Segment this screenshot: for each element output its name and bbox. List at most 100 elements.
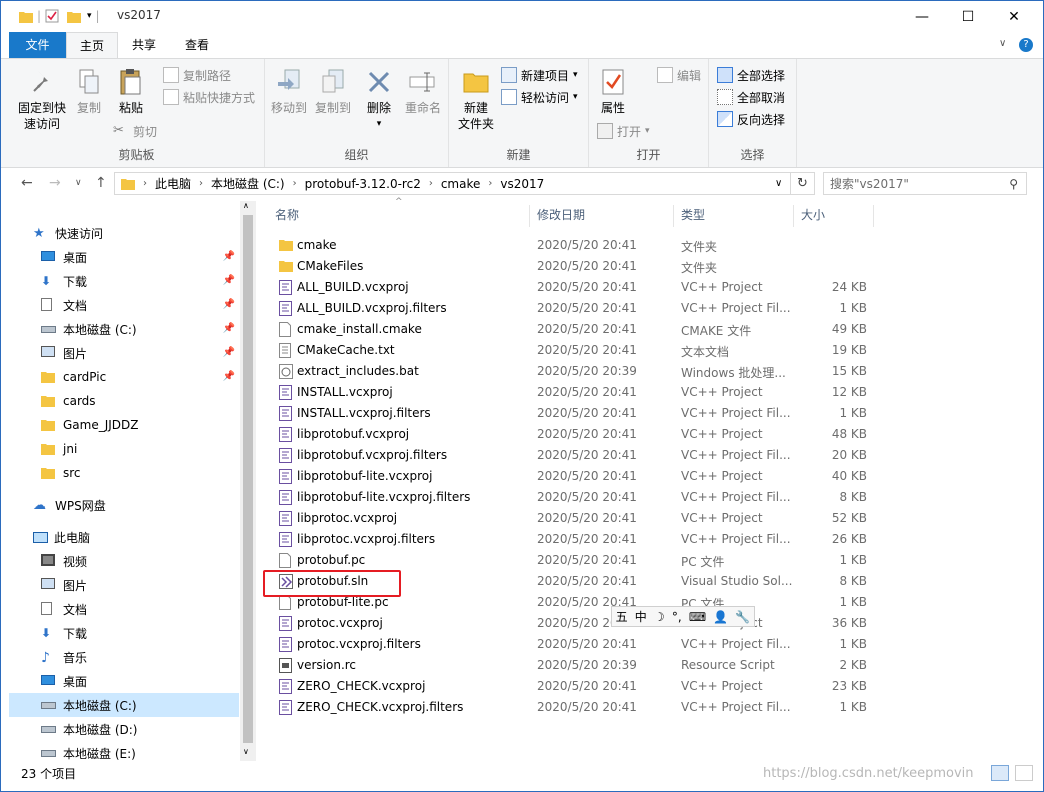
copy-button[interactable]: 复制 [71,67,107,116]
file-row[interactable]: protobuf.pc 2020/5/20 20:41 PC 文件 1 KB [265,550,875,571]
copy-path-button[interactable]: 复制路径 [163,65,231,85]
sidebar-item[interactable]: cards [9,389,239,413]
up-arrow-icon[interactable]: ↑ [95,175,107,191]
sidebar-item[interactable]: 本地磁盘 (C:) 📌 [9,317,239,341]
properties-check-icon[interactable] [45,9,59,23]
sidebar-item[interactable]: jni [9,437,239,461]
file-row[interactable]: extract_includes.bat 2020/5/20 20:39 Windo… [265,361,875,382]
scroll-up-icon[interactable]: ∧ [243,201,249,210]
invert-selection-button[interactable]: 反向选择 [717,109,785,129]
breadcrumb-drive-c[interactable]: 本地磁盘 (C:) [211,175,285,192]
folder-icon[interactable] [19,10,33,23]
navigation-scrollbar[interactable]: ∧ ∨ [240,201,256,761]
sidebar-item[interactable]: 图片 [9,573,239,597]
address-dropdown-icon[interactable]: ∨ [775,178,782,189]
ime-button[interactable]: 五 [616,608,628,625]
file-row[interactable]: libprotoc.vcxproj 2020/5/20 20:41 VC++ Pro… [265,508,875,529]
file-row[interactable]: cmake_install.cmake 2020/5/20 20:41 CMAKE … [265,319,875,340]
file-row[interactable]: version.rc 2020/5/20 20:39 Resource Script… [265,655,875,676]
breadcrumb-cmake[interactable]: cmake [441,177,481,191]
maximize-button[interactable]: ☐ [945,1,991,32]
search-icon[interactable]: ⚲ [1009,177,1018,191]
help-icon[interactable]: ? [1019,38,1033,52]
move-to-button[interactable]: 移动到 [267,67,311,116]
file-row[interactable]: cmake 2020/5/20 20:41 文件夹 [265,235,875,256]
select-none-button[interactable]: 全部取消 [717,87,785,107]
back-arrow-icon[interactable]: ← [21,175,33,191]
refresh-button[interactable]: ↻ [790,172,814,195]
sidebar-item[interactable]: cardPic 📌 [9,365,239,389]
sidebar-item[interactable]: ⬇ 下载 📌 [9,269,239,293]
sidebar-quick-access[interactable]: ★ 快速访问 [9,221,239,245]
file-row[interactable]: CMakeFiles 2020/5/20 20:41 文件夹 [265,256,875,277]
ime-button[interactable]: 🔧 [735,610,750,624]
search-box[interactable]: 搜索"vs2017" ⚲ [823,172,1027,195]
file-row[interactable]: ZERO_CHECK.vcxproj 2020/5/20 20:41 VC++ Pr… [265,676,875,697]
sidebar-item[interactable]: 桌面 [9,669,239,693]
paste-button[interactable]: 粘贴 [111,67,151,116]
rename-button[interactable]: 重命名 [401,67,445,116]
file-row[interactable]: libprotobuf.vcxproj.filters 2020/5/20 20:… [265,445,875,466]
tab-view[interactable]: 查看 [170,32,224,58]
sidebar-this-pc[interactable]: 此电脑 [9,525,239,549]
select-all-button[interactable]: 全部选择 [717,65,785,85]
column-header-size[interactable]: 大小 [801,201,825,229]
close-button[interactable]: ✕ [991,1,1037,32]
ime-button[interactable]: 👤 [713,610,728,624]
new-folder-icon[interactable] [67,10,81,23]
file-row[interactable]: ZERO_CHECK.vcxproj.filters 2020/5/20 20:4… [265,697,875,718]
delete-button[interactable]: 删除 ▾ [361,67,397,132]
sidebar-item[interactable]: 视频 [9,549,239,573]
scroll-down-icon[interactable]: ∨ [243,747,249,756]
search-input[interactable]: 搜索"vs2017" [830,175,909,192]
sidebar-item[interactable]: 本地磁盘 (C:) [9,693,239,717]
details-view-icon[interactable] [991,765,1009,781]
sidebar-wps[interactable]: ☁ WPS网盘 [9,493,239,517]
column-header-name[interactable]: 名称 [275,201,299,229]
file-row[interactable]: INSTALL.vcxproj.filters 2020/5/20 20:41 VC… [265,403,875,424]
scrollbar-thumb[interactable] [243,215,253,743]
tab-file[interactable]: 文件 [9,32,66,58]
ime-button[interactable]: 中 [635,608,647,625]
sidebar-item[interactable]: ♪ 音乐 [9,645,239,669]
sidebar-item[interactable]: 本地磁盘 (D:) [9,717,239,741]
file-row[interactable]: CMakeCache.txt 2020/5/20 20:41 文本文档 19 KB [265,340,875,361]
properties-button[interactable]: 属性 [595,67,631,116]
sidebar-item[interactable]: 桌面 📌 [9,245,239,269]
cut-button[interactable]: ✂ 剪切 [113,121,157,141]
recent-locations-icon[interactable]: ∨ [75,178,82,188]
collapse-ribbon-icon[interactable]: ∨ [999,38,1006,49]
file-row[interactable]: libprotobuf-lite.vcxproj.filters 2020/5/2… [265,487,875,508]
sidebar-item[interactable]: Game_JJDDZ [9,413,239,437]
file-row[interactable]: libprotobuf-lite.vcxproj 2020/5/20 20:41 V… [265,466,875,487]
sidebar-item[interactable]: ⬇ 下载 [9,621,239,645]
new-item-button[interactable]: 新建项目 ▾ [501,65,578,85]
minimize-button[interactable]: — [899,1,945,32]
sidebar-item[interactable]: 文档 [9,597,239,621]
address-bar[interactable]: › 此电脑 › 本地磁盘 (C:) › protobuf-3.12.0-rc2 › c… [114,172,815,195]
column-header-date[interactable]: 修改日期 [537,201,585,229]
sidebar-item[interactable]: 图片 📌 [9,341,239,365]
sidebar-item[interactable]: src [9,461,239,485]
ime-button[interactable]: ⌨ [689,610,706,624]
edit-button[interactable]: 编辑 [657,65,701,85]
file-row[interactable]: INSTALL.vcxproj 2020/5/20 20:41 VC++ Proje… [265,382,875,403]
paste-shortcut-button[interactable]: 粘贴快捷方式 [163,87,255,107]
breadcrumb-vs2017[interactable]: vs2017 [500,177,544,191]
breadcrumb-protobuf[interactable]: protobuf-3.12.0-rc2 [305,177,421,191]
tab-home[interactable]: 主页 [66,32,118,58]
column-header-type[interactable]: 类型 [681,201,705,229]
ime-button[interactable]: ☽ [654,610,665,624]
file-row[interactable]: ALL_BUILD.vcxproj 2020/5/20 20:41 VC++ Pro… [265,277,875,298]
sidebar-item[interactable]: 本地磁盘 (E:) [9,741,239,765]
file-row[interactable]: ALL_BUILD.vcxproj.filters 2020/5/20 20:41… [265,298,875,319]
delete-dropdown-icon[interactable]: ▾ [377,116,382,132]
open-button[interactable]: 打开 ▾ [597,121,650,141]
tab-share[interactable]: 共享 [118,32,170,58]
ime-toolbar[interactable]: 五中 ☽ °, ⌨ 👤 🔧 [611,606,755,627]
pin-quick-access-button[interactable]: 固定到快 速访问 [13,67,71,132]
file-row[interactable]: libprotoc.vcxproj.filters 2020/5/20 20:41… [265,529,875,550]
forward-arrow-icon[interactable]: → [49,175,61,191]
file-row[interactable]: protoc.vcxproj.filters 2020/5/20 20:41 VC+… [265,634,875,655]
file-row[interactable]: libprotobuf.vcxproj 2020/5/20 20:41 VC++ P… [265,424,875,445]
